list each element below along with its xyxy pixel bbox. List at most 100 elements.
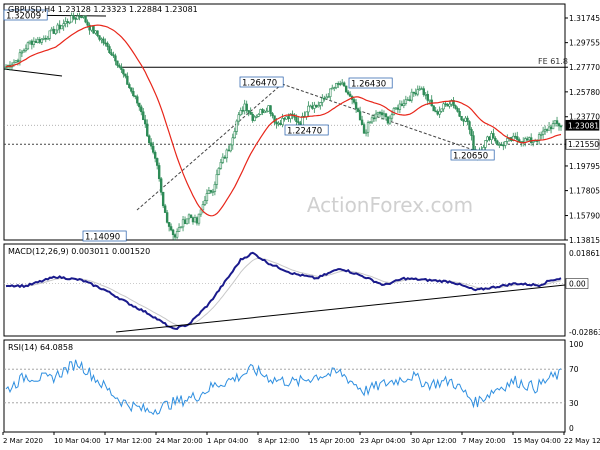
- candle-body: [50, 28, 53, 32]
- candle-body: [118, 65, 121, 68]
- candle-body: [44, 37, 47, 40]
- time-tick-label: 17 Mar 12:00: [105, 437, 152, 445]
- candle-body: [406, 99, 410, 101]
- candle-body: [140, 106, 143, 113]
- candle-body: [112, 54, 115, 57]
- candle-body: [223, 156, 227, 159]
- candle-body: [201, 204, 205, 211]
- candle-body: [529, 137, 533, 143]
- candle-body: [124, 73, 127, 77]
- macd-tick-label: 0.018615: [569, 249, 600, 258]
- candle-body: [551, 123, 555, 130]
- candle-body: [96, 30, 99, 36]
- candle-body: [148, 135, 151, 143]
- candle-body: [382, 113, 386, 116]
- candle-body: [344, 85, 348, 93]
- candle-body: [26, 42, 30, 50]
- candle-body: [217, 167, 221, 175]
- candle-body: [346, 91, 350, 95]
- candle-body: [340, 82, 344, 85]
- candle-body: [24, 48, 28, 51]
- candle-body: [458, 111, 461, 117]
- candle-body: [233, 131, 236, 139]
- candle-body: [205, 193, 209, 201]
- swing-label: 1.20650: [453, 152, 488, 162]
- candle-body: [438, 110, 441, 115]
- candle-body: [20, 51, 24, 54]
- candle-body: [384, 113, 388, 118]
- candle-body: [440, 108, 443, 112]
- candle-body: [28, 40, 32, 44]
- candle-body: [261, 109, 264, 113]
- candle-body: [279, 122, 282, 125]
- candle-body: [235, 120, 238, 132]
- rsi-header: RSI(14) 64.0858: [8, 343, 73, 352]
- candle-body: [169, 226, 173, 231]
- candle-body: [305, 111, 308, 118]
- candle-body: [333, 87, 336, 89]
- candle-body: [392, 108, 396, 116]
- candle-body: [245, 103, 248, 111]
- time-tick-label: 23 Apr 04:00: [360, 437, 406, 445]
- candle-body: [545, 129, 549, 131]
- price-chart: ActionForex.com 1.320091.26470 1.264301.2…: [2, 3, 600, 445]
- candle-body: [247, 110, 250, 113]
- candle-body: [386, 116, 390, 124]
- candle-body: [356, 108, 360, 112]
- candle-body: [464, 117, 467, 122]
- candle-body: [38, 38, 42, 43]
- candle-body: [295, 116, 298, 122]
- time-tick-label: 15 May 04:00: [513, 437, 561, 445]
- candle-body: [16, 60, 20, 62]
- candle-body: [106, 42, 109, 47]
- candle-body: [297, 121, 300, 124]
- macd-header: MACD(12,26,9) 0.003011 0.001520: [8, 247, 150, 256]
- candle-body: [490, 133, 493, 140]
- candle-body: [496, 140, 499, 146]
- fe-61-8-label: FE 61.8: [538, 57, 568, 66]
- price-tick-label: 1.17805: [569, 187, 600, 196]
- candle-body: [92, 26, 95, 34]
- candle-body: [448, 103, 451, 107]
- candle-body: [80, 16, 83, 19]
- candle-body: [159, 178, 163, 193]
- candle-body: [516, 136, 519, 140]
- price-tick-label: 1.25780: [569, 88, 600, 97]
- candle-body: [271, 113, 274, 117]
- time-tick-label: 1 Apr 04:00: [207, 437, 248, 445]
- candle-body: [56, 24, 59, 31]
- candle-body: [144, 119, 147, 125]
- candle-body: [259, 109, 262, 115]
- candle-body: [315, 104, 318, 108]
- candle-body: [110, 52, 113, 56]
- candle-body: [84, 15, 87, 23]
- candle-body: [358, 111, 362, 121]
- candle-body: [128, 84, 131, 88]
- price-tick-label: 1.31745: [569, 14, 600, 23]
- candle-body: [506, 138, 509, 142]
- rsi-tick-label: 70: [569, 365, 579, 374]
- candle-body: [462, 119, 465, 122]
- candle-body: [275, 121, 278, 125]
- candle-body: [191, 217, 195, 223]
- candle-body: [418, 88, 421, 91]
- candle-body: [207, 190, 211, 194]
- candle-body: [138, 102, 141, 108]
- candle-body: [74, 18, 77, 20]
- candle-body: [514, 135, 517, 138]
- candle-body: [193, 217, 197, 223]
- candle-body: [32, 40, 36, 45]
- candle-body: [420, 88, 423, 90]
- candle-body: [165, 212, 169, 223]
- candle-body: [281, 118, 284, 125]
- candle-body: [86, 21, 89, 26]
- candle-body: [195, 217, 199, 224]
- time-tick-label: 8 Apr 12:00: [258, 437, 299, 445]
- candle-body: [283, 118, 286, 120]
- macd-zero-tag-label: 0.00: [569, 280, 586, 289]
- macd-pane-frame: [3, 243, 566, 337]
- candle-body: [255, 116, 258, 118]
- candle-body: [466, 117, 469, 122]
- candle-body: [265, 110, 268, 113]
- candle-body: [116, 60, 119, 66]
